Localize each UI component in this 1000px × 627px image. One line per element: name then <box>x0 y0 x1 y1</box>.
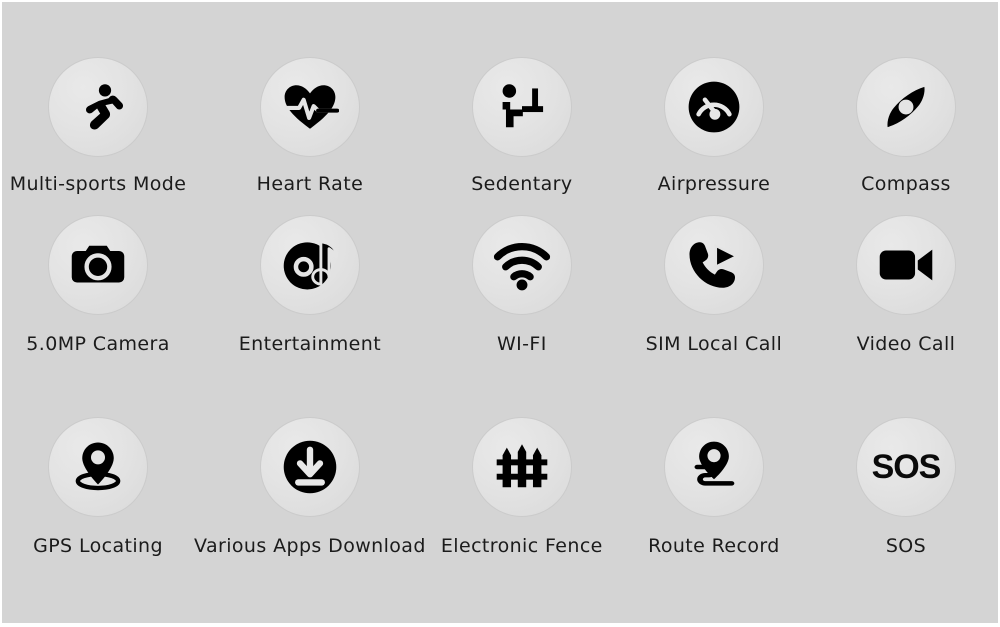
feature-grid: Multi-sports Mode Heart Rate Sedentary A… <box>2 2 1000 627</box>
feature-icon-badge <box>855 57 956 157</box>
running-person-icon <box>70 79 126 135</box>
feature-gps-locating[interactable]: GPS Locating <box>33 407 163 557</box>
grid-cell: Compass <box>855 2 956 195</box>
feature-entertainment[interactable]: Entertainment <box>239 207 381 355</box>
grid-cell: Multi-sports Mode <box>10 2 187 195</box>
feature-label: WI-FI <box>496 333 547 355</box>
feature-airpressure[interactable]: Airpressure <box>658 2 771 195</box>
feature-label: Multi-sports Mode <box>9 173 187 195</box>
sos-text-icon: SOS <box>871 447 942 486</box>
phone-outgoing-icon <box>686 237 742 293</box>
feature-label: 5.0MP Camera <box>26 333 170 355</box>
feature-wifi[interactable]: WI-FI <box>471 207 572 355</box>
feature-label: Video Call <box>856 333 956 355</box>
feature-sim-local-call[interactable]: SIM Local Call <box>646 207 782 355</box>
grid-cell: WI-FI <box>471 207 572 355</box>
feature-icon-badge: SOS <box>855 417 956 517</box>
grid-cell: SIM Local Call <box>646 207 782 355</box>
feature-icon-badge <box>259 215 360 315</box>
feature-icon-badge <box>471 57 572 157</box>
grid-cell: Various Apps Download <box>194 407 426 557</box>
feature-icon-badge <box>855 215 956 315</box>
feature-compass[interactable]: Compass <box>855 2 956 195</box>
feature-label: Sedentary <box>471 173 573 195</box>
feature-route-record[interactable]: Route Record <box>648 407 780 557</box>
feature-icon-badge <box>663 57 764 157</box>
grid-cell: SOS SOS <box>855 407 956 557</box>
seated-person-desk-icon <box>495 80 549 134</box>
feature-label: Compass <box>861 173 951 195</box>
route-pin-path-icon <box>686 439 742 495</box>
map-pin-ring-icon <box>70 439 126 495</box>
feature-icon-badge <box>471 417 572 517</box>
feature-icon-badge <box>48 417 149 517</box>
feature-label: Entertainment <box>238 333 382 355</box>
feature-sos[interactable]: SOS SOS <box>855 407 956 557</box>
feature-icon-badge <box>48 57 149 157</box>
feature-video-call[interactable]: Video Call <box>855 207 956 355</box>
feature-sedentary[interactable]: Sedentary <box>471 2 572 195</box>
grid-cell: Electronic Fence <box>441 407 603 557</box>
feature-label: Electronic Fence <box>440 535 603 557</box>
grid-cell: GPS Locating <box>33 407 163 557</box>
grid-cell: 5.0MP Camera <box>26 207 169 355</box>
grid-cell: Sedentary <box>471 2 572 195</box>
feature-icon-badge <box>259 57 360 157</box>
grid-cell: Video Call <box>855 207 956 355</box>
feature-grid-poster: Multi-sports Mode Heart Rate Sedentary A… <box>0 0 1000 625</box>
feature-electronic-fence[interactable]: Electronic Fence <box>441 407 603 557</box>
feature-camera[interactable]: 5.0MP Camera <box>26 207 169 355</box>
feature-label: Heart Rate <box>256 173 364 195</box>
feature-multi-sports-mode[interactable]: Multi-sports Mode <box>10 2 187 195</box>
feature-various-apps-download[interactable]: Various Apps Download <box>194 407 426 557</box>
feature-label: Route Record <box>648 535 780 557</box>
picket-fence-icon <box>495 440 549 494</box>
grid-cell: Heart Rate <box>257 2 364 195</box>
download-circle-icon <box>281 438 339 496</box>
grid-cell: Route Record <box>648 407 780 557</box>
heart-pulse-icon <box>281 78 339 136</box>
feature-heart-rate[interactable]: Heart Rate <box>257 2 364 195</box>
feature-icon-badge <box>663 215 764 315</box>
gauge-icon <box>685 78 743 136</box>
camera-icon <box>70 237 126 293</box>
feature-icon-badge <box>663 417 764 517</box>
disc-music-note-icon <box>281 236 339 294</box>
grid-cell: Entertainment <box>239 207 381 355</box>
feature-icon-badge <box>471 215 572 315</box>
video-camera-icon <box>877 236 935 294</box>
feature-label: Various Apps Download <box>194 535 426 557</box>
feature-label: Airpressure <box>657 173 771 195</box>
wifi-icon <box>493 236 551 294</box>
feature-label: SIM Local Call <box>645 333 783 355</box>
feature-icon-badge <box>259 417 360 517</box>
feature-label: SOS <box>885 535 927 557</box>
grid-cell: Airpressure <box>658 2 771 195</box>
feature-label: GPS Locating <box>33 535 163 557</box>
compass-needle-icon <box>878 79 934 135</box>
feature-icon-badge <box>48 215 149 315</box>
